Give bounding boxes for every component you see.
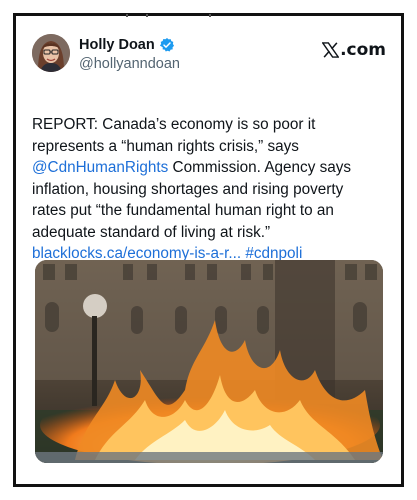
author-block: Holly Doan @hollyanndoan xyxy=(79,36,180,73)
mention-link[interactable]: @CdnHumanRights xyxy=(32,159,168,176)
author-name[interactable]: Holly Doan xyxy=(79,36,155,54)
screenshot-frame: Holly Doan @hollyanndoan .com REPORT: Ca… xyxy=(13,13,404,487)
tweet-card[interactable]: Holly Doan @hollyanndoan .com REPORT: Ca… xyxy=(32,32,386,463)
flame-photo xyxy=(35,260,383,463)
tweet-media-image[interactable] xyxy=(35,260,383,463)
tweet-text-segment: Commission. Agency says xyxy=(168,159,352,176)
brand-text: .com xyxy=(340,40,386,60)
x-logo-icon xyxy=(322,42,340,58)
top-artifact xyxy=(126,14,216,20)
tweet-text: REPORT: Canada’s economy is so poor it r… xyxy=(32,114,386,265)
tweet-text-line: @CdnHumanRights Commission. Agency says xyxy=(32,157,386,179)
tweet-header: Holly Doan @hollyanndoan .com xyxy=(32,32,386,76)
avatar-image xyxy=(32,34,70,72)
x-brand-link[interactable]: .com xyxy=(322,40,386,60)
verified-badge-icon xyxy=(159,37,175,53)
tweet-text-line: REPORT: Canada’s economy is so poor it xyxy=(32,116,316,133)
tweet-text-line: rates put “the fundamental human right t… xyxy=(32,202,334,219)
avatar[interactable] xyxy=(32,34,70,72)
tweet-text-line: represents a “human rights crisis,” says xyxy=(32,137,299,155)
tweet-text-line: inflation, housing shortages and rising … xyxy=(32,180,344,198)
author-handle[interactable]: @hollyanndoan xyxy=(79,55,180,73)
author-name-row: Holly Doan xyxy=(79,36,180,54)
tweet-text-line: adequate standard of living at risk.” xyxy=(32,223,271,241)
